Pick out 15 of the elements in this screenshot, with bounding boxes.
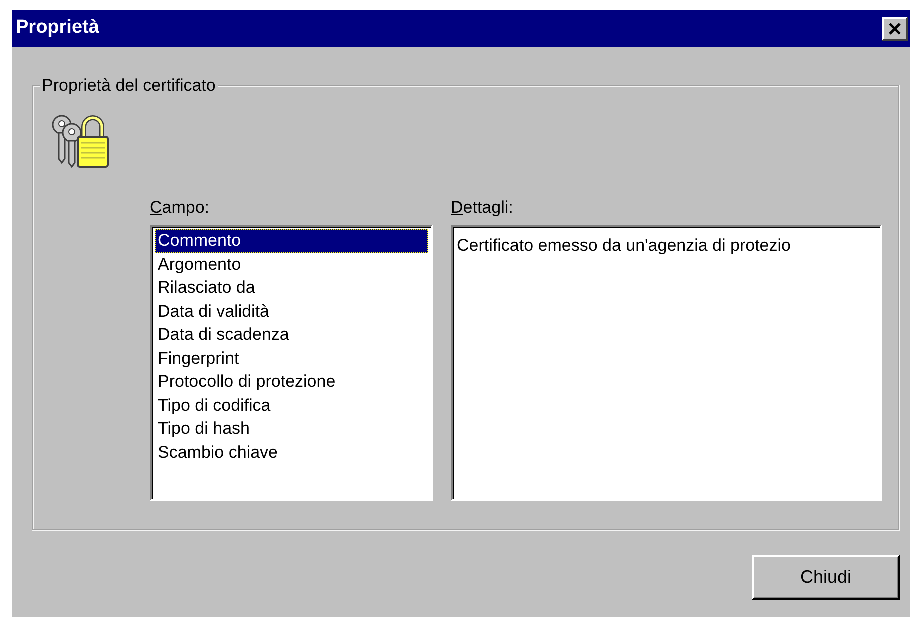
close-dialog-button[interactable]: Chiudi xyxy=(752,555,900,600)
list-item[interactable]: Tipo di codifica xyxy=(155,394,428,417)
list-item[interactable]: Protocollo di protezione xyxy=(155,370,428,394)
list-item[interactable]: Rilasciato da xyxy=(155,276,428,300)
field-list-label: Campo: xyxy=(150,197,211,219)
details-label: Dettagli: xyxy=(451,197,514,219)
list-item[interactable]: Commento xyxy=(155,229,428,252)
list-item[interactable]: Fingerprint xyxy=(155,346,428,370)
window-title: Proprietà xyxy=(16,16,100,40)
list-item[interactable]: Data di validità xyxy=(155,300,428,323)
list-item[interactable]: Data di scadenza xyxy=(155,323,428,346)
details-box[interactable]: Certificato emesso da un'agenzia di protezio xyxy=(451,225,882,501)
list-item[interactable]: Argomento xyxy=(155,252,428,276)
list-item[interactable]: Scambio chiave xyxy=(155,440,428,464)
list-item[interactable]: Tipo di hash xyxy=(155,417,428,440)
